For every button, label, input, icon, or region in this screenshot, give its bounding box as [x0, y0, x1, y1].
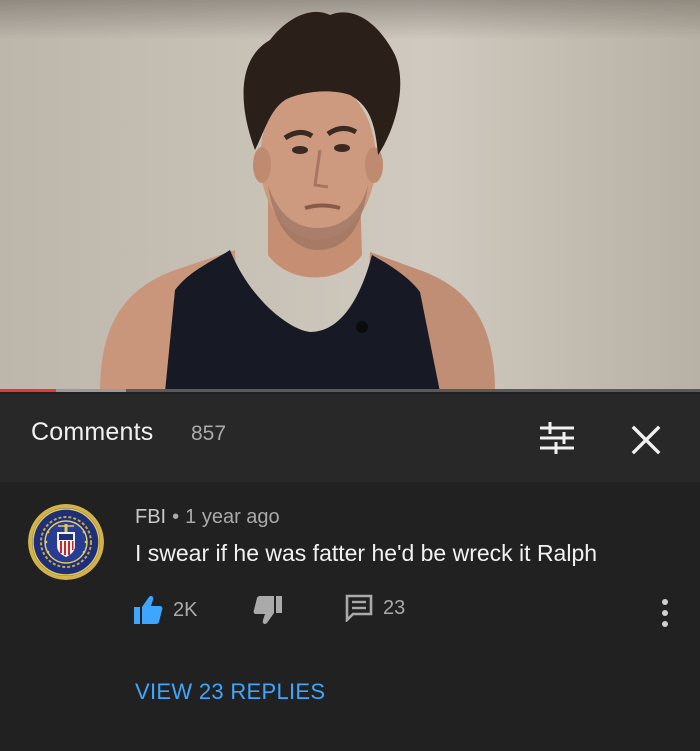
close-icon	[631, 425, 661, 455]
like-count: 2K	[173, 598, 198, 621]
video-buffer-bar	[56, 389, 126, 392]
more-options-button[interactable]	[655, 596, 675, 630]
fbi-seal-avatar	[28, 504, 104, 580]
comments-header: Comments 857	[0, 394, 700, 482]
comment-meta: FBI • 1 year ago	[135, 506, 280, 529]
reply-comment-icon	[345, 594, 373, 622]
sort-comments-button[interactable]	[536, 420, 578, 456]
sort-filter-icon	[540, 422, 574, 454]
like-button[interactable]: 2K	[133, 594, 197, 626]
video-progress-bar[interactable]	[0, 389, 700, 392]
thumb-down-icon	[253, 596, 282, 624]
reply-button[interactable]: 23	[345, 594, 405, 622]
comments-count: 857	[191, 422, 227, 445]
comments-title: Comments	[31, 418, 154, 446]
more-vert-icon	[662, 599, 668, 627]
comment-actions: 2K 23	[133, 594, 693, 634]
comment-text: I swear if he was fatter he'd be wreck i…	[135, 540, 598, 566]
comment-item: FBI • 1 year ago I swear if he was fatter …	[0, 482, 700, 751]
dislike-button[interactable]	[253, 594, 283, 626]
video-progress-fill	[0, 389, 56, 392]
avatar[interactable]	[28, 504, 104, 580]
reply-count: 23	[383, 596, 406, 619]
meta-separator: •	[172, 506, 180, 528]
video-player[interactable]	[0, 0, 700, 392]
video-frame-person	[100, 11, 495, 392]
comment-author[interactable]: FBI	[135, 506, 166, 528]
close-comments-button[interactable]	[628, 422, 664, 458]
comment-time: 1 year ago	[185, 506, 280, 528]
view-replies-link[interactable]: VIEW 23 REPLIES	[135, 679, 325, 705]
thumb-up-icon	[134, 596, 163, 624]
